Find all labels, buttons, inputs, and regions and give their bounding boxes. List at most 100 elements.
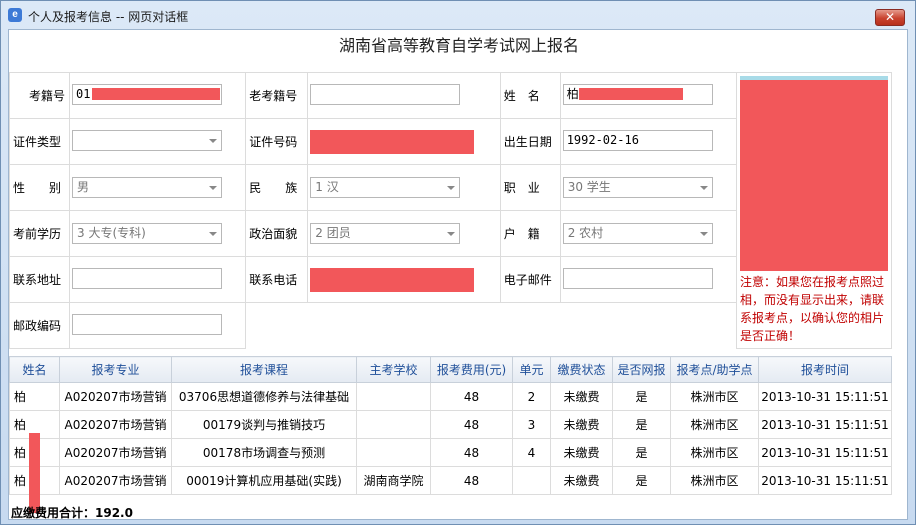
name-field[interactable]: 柏 [562, 83, 713, 105]
chevron-down-icon [699, 186, 708, 190]
col-header: 单元 [512, 356, 551, 383]
col-header: 报考专业 [59, 356, 172, 383]
redaction [29, 433, 40, 513]
col-header: 姓名 [9, 356, 60, 383]
cell-course: 03706思想道德修养与法律基础 [171, 382, 357, 411]
cell-course: 00178市场调查与预测 [171, 438, 357, 467]
table-row: 柏 A020207市场营销 03706思想道德修养与法律基础 48 2 未缴费 … [9, 382, 892, 411]
cell-time: 2013-10-31 15:11:51 [758, 382, 892, 411]
col-header: 报考课程 [171, 356, 357, 383]
exam-no-field[interactable]: 01 [72, 83, 222, 105]
ethnic-label: 民 族 [245, 164, 309, 211]
fee-total: 应缴费用合计：192.0 [11, 506, 133, 520]
redaction [578, 88, 683, 100]
cell-online: 是 [612, 410, 671, 439]
phone-field[interactable] [310, 267, 475, 292]
huji-label: 户 籍 [499, 210, 561, 257]
dialog-content: 湖南省高等教育自学考试网上报名 考籍号 01 老考籍号 姓 名 柏 注意：如果您… [8, 29, 908, 520]
chevron-down-icon [447, 232, 456, 236]
dialog-window: e 个人及报考信息 -- 网页对话框 ✕ 湖南省高等教育自学考试网上报名 考籍号… [0, 0, 916, 525]
cell-unit: 3 [512, 410, 551, 439]
cell-name: 柏 [9, 382, 60, 411]
edu-select[interactable]: 3 大专(专科) [72, 223, 222, 244]
col-header: 报考时间 [758, 356, 892, 383]
cell-online: 是 [612, 438, 671, 467]
job-select[interactable]: 30 学生 [562, 177, 713, 198]
cell-unit: 2 [512, 382, 551, 411]
chevron-down-icon [447, 186, 456, 190]
cell-unit: 4 [512, 438, 551, 467]
ethnic-select[interactable]: 1 汉 [310, 177, 461, 198]
edu-label: 考前学历 [9, 210, 70, 257]
gender-select[interactable]: 男 [72, 177, 222, 198]
cell-fee: 48 [430, 410, 513, 439]
cell-course: 00019计算机应用基础(实践) [171, 466, 357, 495]
table-row: 柏 A020207市场营销 00178市场调查与预测 48 4 未缴费 是 株洲… [9, 438, 892, 467]
id-no-field[interactable] [310, 129, 475, 154]
cell-unit [512, 466, 551, 495]
empty-cell [246, 303, 737, 349]
cell-site: 株洲市区 [670, 438, 759, 467]
email-label: 电子邮件 [499, 256, 561, 303]
col-header: 缴费状态 [550, 356, 613, 383]
registration-table: 姓名 报考专业 报考课程 主考学校 报考费用(元) 单元 缴费状态 是否网报 报… [9, 356, 892, 513]
cell-pay-status: 未缴费 [550, 382, 613, 411]
political-select[interactable]: 2 团员 [310, 223, 461, 244]
old-exam-no-label: 老考籍号 [245, 72, 309, 119]
id-type-select[interactable] [72, 129, 222, 151]
cell-fee: 48 [430, 438, 513, 467]
cell-school: 湖南商学院 [356, 466, 431, 495]
cell-site: 株洲市区 [670, 410, 759, 439]
exam-no-label: 考籍号 [9, 72, 70, 119]
postcode-label: 邮政编码 [9, 302, 70, 349]
gender-label: 性 别 [9, 164, 70, 211]
table-row: 柏 A020207市场营销 00019计算机应用基础(实践) 湖南商学院 48 … [9, 433, 892, 513]
cell-pay-status: 未缴费 [550, 438, 613, 467]
cell-pay-status: 未缴费 [550, 410, 613, 439]
cell-major: A020207市场营销 [59, 438, 172, 467]
cell-time: 2013-10-31 15:11:51 [758, 410, 892, 439]
col-header: 报考点/助学点 [670, 356, 759, 383]
cell-school [356, 382, 431, 411]
cell-time: 2013-10-31 15:11:51 [758, 466, 892, 495]
email-field[interactable] [562, 267, 713, 289]
name-label: 姓 名 [499, 72, 561, 119]
address-field[interactable] [72, 267, 222, 289]
col-header: 是否网报 [612, 356, 671, 383]
political-label: 政治面貌 [245, 210, 309, 257]
huji-select[interactable]: 2 农村 [562, 223, 713, 244]
birth-label: 出生日期 [499, 118, 561, 165]
cell-course: 00179谈判与推销技巧 [171, 410, 357, 439]
chevron-down-icon [699, 232, 708, 236]
close-button[interactable]: ✕ [875, 9, 905, 26]
window-title: 个人及报考信息 -- 网页对话框 [28, 10, 189, 24]
cell-school [356, 438, 431, 467]
cell-site: 株洲市区 [670, 466, 759, 495]
cell-fee: 48 [430, 382, 513, 411]
address-label: 联系地址 [9, 256, 70, 303]
photo-redacted [740, 76, 888, 271]
ie-icon: e [8, 8, 22, 22]
cell-online: 是 [612, 382, 671, 411]
cell-pay-status: 未缴费 [550, 466, 613, 495]
col-header: 报考费用(元) [430, 356, 513, 383]
postcode-field[interactable] [72, 313, 222, 335]
cell-major: A020207市场营销 [59, 410, 172, 439]
job-label: 职 业 [499, 164, 561, 211]
cell-major: A020207市场营销 [59, 382, 172, 411]
cell-name: 柏 [9, 433, 60, 513]
redaction [92, 88, 221, 100]
photo-notice: 注意：如果您在报考点照过相，而没有显示出来，请联系报考点，以确认您的相片是否正确… [740, 275, 885, 343]
chevron-down-icon [209, 186, 217, 190]
col-header: 主考学校 [356, 356, 431, 383]
phone-label: 联系电话 [245, 256, 309, 303]
id-no-label: 证件号码 [245, 118, 309, 165]
birth-field[interactable]: 1992-02-16 [562, 129, 713, 151]
cell-fee: 48 [430, 466, 513, 495]
title-bar[interactable]: e 个人及报考信息 -- 网页对话框 ✕ [1, 1, 915, 29]
old-exam-no-field[interactable] [310, 83, 461, 105]
personal-info-form: 考籍号 01 老考籍号 姓 名 柏 注意：如果您在报考点照过相，而没有显示出来，… [9, 72, 892, 349]
photo-cell: 注意：如果您在报考点照过相，而没有显示出来，请联系报考点，以确认您的相片是否正确… [736, 72, 892, 349]
table-row: 柏 A020207市场营销 00179谈判与推销技巧 48 3 未缴费 是 株洲… [9, 410, 892, 439]
page-title: 湖南省高等教育自学考试网上报名 [338, 36, 579, 55]
